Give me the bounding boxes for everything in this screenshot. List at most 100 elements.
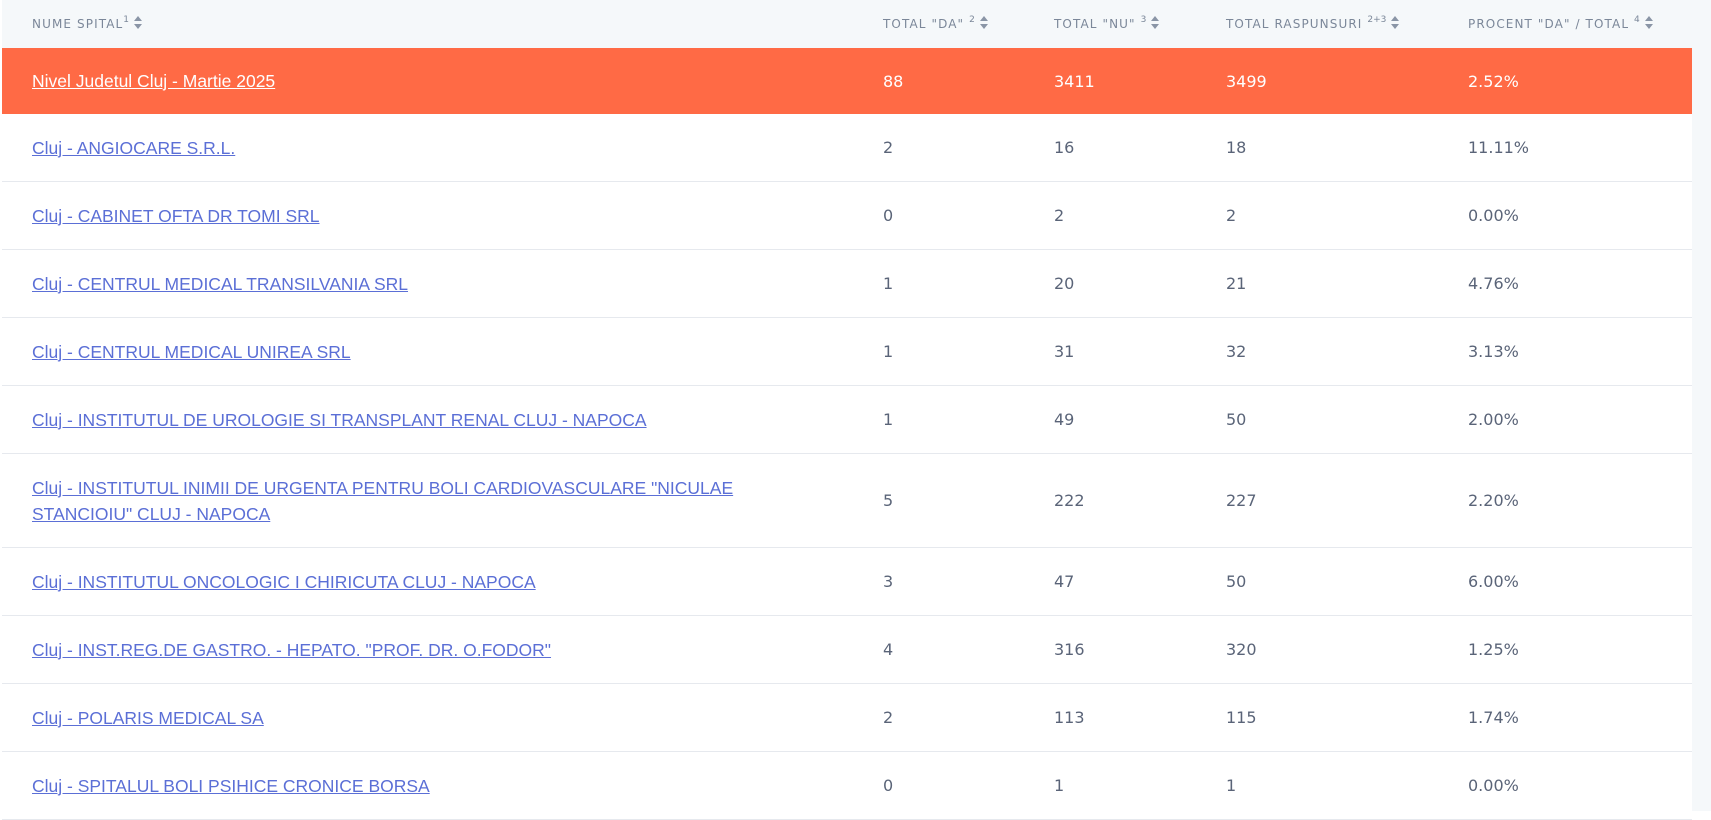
page: Nume spital1 Total "DA" 2 Total "NU" 3 T…: [0, 0, 1711, 820]
column-header-label: Nume spital: [32, 17, 124, 31]
hospital-name-cell: Cluj - INSTITUTUL DE UROLOGIE SI TRANSPL…: [32, 386, 812, 453]
hospital-name-cell: Nivel Judetul Cluj - Martie 2025: [32, 48, 812, 114]
table-row-county-total: Nivel Judetul Cluj - Martie 2025 88 3411…: [2, 48, 1692, 114]
total-raspunsuri-cell: 2: [1226, 206, 1237, 225]
hospital-name-cell: Cluj - INSTITUTUL INIMII DE URGENTA PENT…: [32, 454, 812, 547]
procent-da-cell: 3.13%: [1468, 342, 1519, 361]
column-header-footnote: 2: [969, 15, 975, 25]
hospital-name-cell: Cluj - CENTRUL MEDICAL TRANSILVANIA SRL: [32, 250, 812, 317]
hospital-link[interactable]: Cluj - INSTITUTUL INIMII DE URGENTA PENT…: [32, 475, 812, 527]
hospital-name-cell: Cluj - INST.REG.DE GASTRO. - HEPATO. "PR…: [32, 616, 812, 683]
table-row: Cluj - POLARIS MEDICAL SA 2 113 115 1.74…: [2, 684, 1692, 752]
hospital-name-cell: Cluj - SPITALUL BOLI PSIHICE CRONICE BOR…: [32, 752, 812, 819]
total-nu-cell: 47: [1054, 572, 1075, 591]
total-raspunsuri-cell: 3499: [1226, 71, 1267, 91]
table-row: Cluj - INSTITUTUL DE UROLOGIE SI TRANSPL…: [2, 386, 1692, 454]
column-header-total-raspunsuri[interactable]: Total raspunsuri 2+3: [1226, 0, 1400, 48]
total-nu-cell: 31: [1054, 342, 1075, 361]
column-header-label: Procent "DA" / Total: [1468, 17, 1630, 31]
total-nu-cell: 20: [1054, 274, 1075, 293]
total-da-cell: 88: [883, 71, 904, 91]
table-row: Cluj - CABINET OFTA DR TOMI SRL 0 2 2 0.…: [2, 182, 1692, 250]
total-nu-cell: 1: [1054, 776, 1065, 795]
column-header-label: Total raspunsuri: [1226, 17, 1363, 31]
table-row: Cluj - INST.REG.DE GASTRO. - HEPATO. "PR…: [2, 616, 1692, 684]
hospital-link[interactable]: Cluj - CABINET OFTA DR TOMI SRL: [32, 203, 320, 229]
total-da-cell: 1: [883, 342, 894, 361]
table-row: Cluj - INSTITUTUL ONCOLOGIC I CHIRICUTA …: [2, 548, 1692, 616]
total-nu-cell: 222: [1054, 491, 1085, 510]
total-raspunsuri-cell: 227: [1226, 491, 1257, 510]
procent-da-cell: 2.52%: [1468, 71, 1519, 91]
sort-arrows-icon[interactable]: [1644, 15, 1653, 30]
total-nu-cell: 49: [1054, 410, 1075, 429]
column-header-nume-spital[interactable]: Nume spital1: [32, 0, 143, 48]
hospital-link[interactable]: Cluj - SPITALUL BOLI PSIHICE CRONICE BOR…: [32, 773, 430, 799]
total-raspunsuri-cell: 32: [1226, 342, 1247, 361]
total-da-cell: 2: [883, 138, 894, 157]
column-header-footnote: 1: [123, 15, 130, 25]
total-raspunsuri-cell: 115: [1226, 708, 1257, 727]
total-raspunsuri-cell: 50: [1226, 572, 1247, 591]
sort-arrows-icon[interactable]: [1391, 15, 1400, 30]
hospital-link[interactable]: Cluj - INSTITUTUL DE UROLOGIE SI TRANSPL…: [32, 407, 647, 433]
hospital-name-cell: Cluj - POLARIS MEDICAL SA: [32, 684, 812, 751]
table-row: Cluj - ANGIOCARE S.R.L. 2 16 18 11.11%: [2, 114, 1692, 182]
table-row: Cluj - CENTRUL MEDICAL UNIREA SRL 1 31 3…: [2, 318, 1692, 386]
hospital-link[interactable]: Cluj - ANGIOCARE S.R.L.: [32, 135, 235, 161]
total-raspunsuri-cell: 21: [1226, 274, 1247, 293]
sort-arrows-icon[interactable]: [1151, 15, 1160, 30]
column-header-total-da[interactable]: Total "DA" 2: [883, 0, 988, 48]
procent-da-cell: 2.20%: [1468, 491, 1519, 510]
column-header-procent-da[interactable]: Procent "DA" / Total 4: [1468, 0, 1653, 48]
total-da-cell: 5: [883, 491, 894, 510]
hospital-link[interactable]: Cluj - CENTRUL MEDICAL UNIREA SRL: [32, 339, 351, 365]
total-da-cell: 3: [883, 572, 894, 591]
column-header-footnote: 2+3: [1367, 15, 1387, 25]
procent-da-cell: 0.00%: [1468, 206, 1519, 225]
column-header-label: Total "DA": [883, 17, 965, 31]
table-row: Cluj - SPITALUL BOLI PSIHICE CRONICE BOR…: [2, 752, 1692, 820]
sort-arrows-icon[interactable]: [979, 15, 988, 30]
hospital-link[interactable]: Cluj - INSTITUTUL ONCOLOGIC I CHIRICUTA …: [32, 569, 536, 595]
total-da-cell: 1: [883, 410, 894, 429]
hospital-link[interactable]: Cluj - INST.REG.DE GASTRO. - HEPATO. "PR…: [32, 637, 551, 663]
procent-da-cell: 1.25%: [1468, 640, 1519, 659]
hospital-link[interactable]: Nivel Judetul Cluj - Martie 2025: [32, 68, 275, 94]
total-da-cell: 2: [883, 708, 894, 727]
hospital-name-cell: Cluj - CABINET OFTA DR TOMI SRL: [32, 182, 812, 249]
total-da-cell: 0: [883, 206, 894, 225]
total-raspunsuri-cell: 50: [1226, 410, 1247, 429]
column-header-label: Total "NU": [1054, 17, 1136, 31]
total-da-cell: 0: [883, 776, 894, 795]
table-row: Cluj - CENTRUL MEDICAL TRANSILVANIA SRL …: [2, 250, 1692, 318]
table-row: Cluj - INSTITUTUL INIMII DE URGENTA PENT…: [2, 454, 1692, 548]
hospital-name-cell: Cluj - INSTITUTUL ONCOLOGIC I CHIRICUTA …: [32, 548, 812, 615]
procent-da-cell: 2.00%: [1468, 410, 1519, 429]
procent-da-cell: 11.11%: [1468, 138, 1530, 157]
column-header-total-nu[interactable]: Total "NU" 3: [1054, 0, 1160, 48]
hospital-name-cell: Cluj - ANGIOCARE S.R.L.: [32, 114, 812, 181]
total-nu-cell: 3411: [1054, 71, 1095, 91]
total-da-cell: 4: [883, 640, 894, 659]
sort-arrows-icon[interactable]: [134, 15, 143, 30]
procent-da-cell: 0.00%: [1468, 776, 1519, 795]
hospital-table: Nume spital1 Total "DA" 2 Total "NU" 3 T…: [2, 0, 1692, 820]
total-da-cell: 1: [883, 274, 894, 293]
procent-da-cell: 4.76%: [1468, 274, 1519, 293]
total-raspunsuri-cell: 1: [1226, 776, 1237, 795]
scrollbar-track[interactable]: [1692, 0, 1711, 811]
hospital-link[interactable]: Cluj - POLARIS MEDICAL SA: [32, 705, 264, 731]
total-nu-cell: 316: [1054, 640, 1085, 659]
total-nu-cell: 2: [1054, 206, 1065, 225]
total-nu-cell: 16: [1054, 138, 1075, 157]
hospital-link[interactable]: Cluj - CENTRUL MEDICAL TRANSILVANIA SRL: [32, 271, 408, 297]
procent-da-cell: 1.74%: [1468, 708, 1519, 727]
column-header-footnote: 3: [1140, 15, 1147, 25]
column-header-footnote: 4: [1634, 15, 1640, 25]
table-header: Nume spital1 Total "DA" 2 Total "NU" 3 T…: [2, 0, 1692, 48]
total-raspunsuri-cell: 320: [1226, 640, 1257, 659]
procent-da-cell: 6.00%: [1468, 572, 1519, 591]
hospital-name-cell: Cluj - CENTRUL MEDICAL UNIREA SRL: [32, 318, 812, 385]
total-raspunsuri-cell: 18: [1226, 138, 1247, 157]
